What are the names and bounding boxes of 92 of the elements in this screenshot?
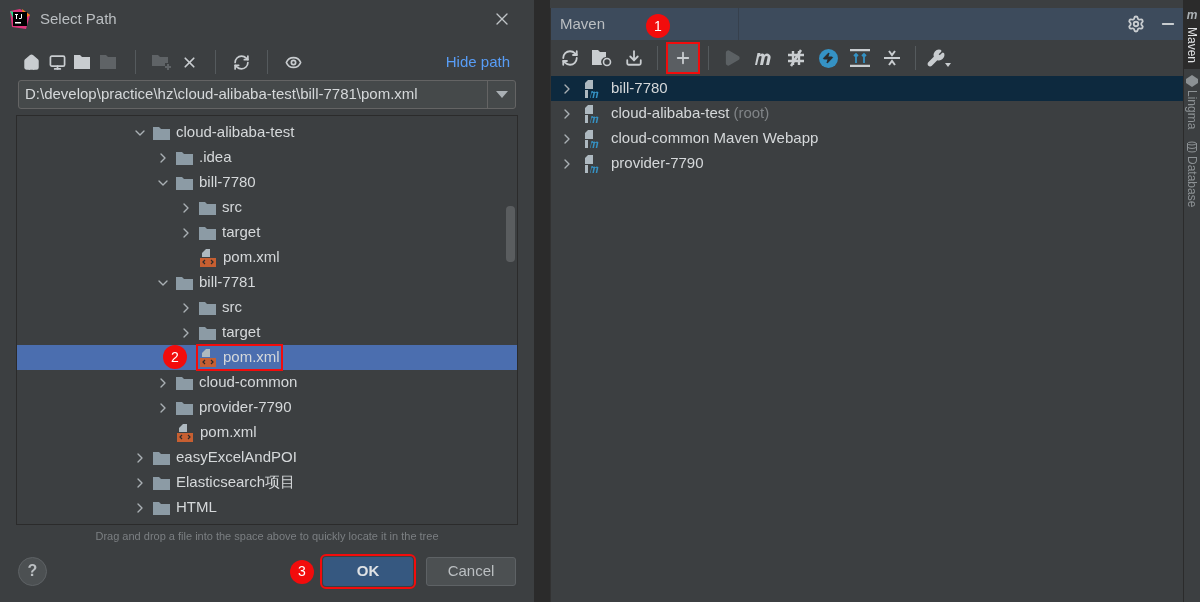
tree-row[interactable]: bill-7781 (17, 270, 517, 295)
database-icon (1186, 141, 1198, 154)
folder-icon (176, 175, 193, 190)
tree-item-label: target (222, 222, 261, 243)
folder-icon[interactable] (74, 54, 92, 70)
folder-icon (176, 275, 193, 290)
tree-row[interactable]: target (17, 220, 517, 245)
tree-row[interactable]: cloud-alibaba-test (17, 120, 517, 145)
maven-project-row[interactable]: cloud-common Maven Webapp (551, 126, 1183, 151)
side-tab[interactable]: m Maven (1184, 0, 1200, 70)
lingma-icon (1186, 75, 1198, 88)
folder-icon (199, 200, 216, 215)
folder-icon (199, 325, 216, 340)
plus-icon (674, 49, 692, 67)
maven-project-row[interactable]: cloud-alibaba-test (root) (551, 101, 1183, 126)
tree-item-label: cloud-common (199, 372, 298, 393)
tree-row[interactable]: pom.xml (17, 420, 517, 445)
tree-item-label: src (222, 197, 242, 218)
tree-row[interactable]: easyExcelAndPOI (17, 445, 517, 470)
tree-item-label: Elasticsearch项目 (176, 472, 296, 493)
tree-item-label: target (222, 322, 261, 343)
project-name: cloud-common Maven Webapp (611, 128, 819, 149)
project-name: provider-7790 (611, 153, 704, 174)
dependencies-icon[interactable] (850, 49, 870, 67)
dialog-title: Select Path (40, 8, 118, 29)
tree-row[interactable]: src (17, 195, 517, 220)
maven-goal-icon[interactable] (754, 51, 774, 65)
folder-icon (153, 450, 170, 465)
refresh-icon[interactable] (232, 53, 250, 71)
tree-item-label: cloud-alibaba-test (176, 122, 295, 143)
maven-project-row[interactable]: bill-7780 (551, 76, 1183, 101)
settings-icon[interactable] (1127, 15, 1145, 33)
root-label: (root) (733, 103, 770, 124)
tree-row[interactable]: Elasticsearch项目 (17, 470, 517, 495)
tree-item-label: pom.xml (223, 347, 280, 368)
tree-item-label: pom.xml (200, 422, 257, 443)
xml-file-icon (199, 348, 217, 367)
tree-item-label: .idea (199, 147, 232, 168)
project-name: bill-7780 (611, 78, 668, 99)
side-tab-label: Lingma (1184, 90, 1200, 130)
folder-icon (153, 125, 170, 140)
tree-item-label: HTML (176, 497, 217, 518)
maven-icon: m (1186, 6, 1198, 24)
home-icon[interactable] (22, 53, 40, 71)
folder-reload-icon[interactable] (592, 49, 612, 67)
folder-icon (199, 225, 216, 240)
desktop-icon[interactable] (48, 53, 66, 71)
tree-row[interactable]: .idea (17, 145, 517, 170)
wrench-icon[interactable] (927, 49, 951, 67)
tree-row[interactable]: pom.xml (17, 245, 517, 270)
path-field[interactable]: D:\develop\practice\hz\cloud-alibaba-test\bill-7781\pom.xml (18, 80, 516, 109)
dropdown-arrow-icon[interactable] (495, 91, 508, 98)
side-tab-label: Maven (1184, 27, 1200, 64)
callout-badge: 2 (163, 345, 187, 369)
folder-icon (153, 500, 170, 515)
tree-item-label: bill-7781 (199, 272, 256, 293)
side-tab-label: Database (1184, 156, 1200, 208)
tree-row[interactable]: provider-7790 (17, 395, 517, 420)
hide-path-link[interactable]: Hide path (445, 50, 510, 74)
tree-item-label: src (222, 297, 242, 318)
app-logo-icon (10, 9, 30, 29)
reload-icon[interactable] (561, 49, 579, 67)
project-name: cloud-alibaba-test (611, 103, 730, 124)
lightning-icon[interactable] (818, 48, 838, 68)
download-icon[interactable] (625, 49, 643, 67)
scrollbar[interactable] (506, 206, 515, 262)
help-button[interactable]: ? (18, 556, 47, 586)
tree-row[interactable]: bill-7780 (17, 170, 517, 195)
tree-row[interactable]: src (17, 295, 517, 320)
tree-item-label: bill-7780 (199, 172, 256, 193)
folder-icon (176, 150, 193, 165)
ok-button[interactable]: OK (323, 556, 413, 586)
folder-icon (176, 375, 193, 390)
add-maven-project-button[interactable] (668, 44, 698, 72)
xml-file-icon (176, 423, 194, 442)
tree-item-label: pom.xml (223, 247, 280, 268)
folder-icon (199, 300, 216, 315)
cancel-button[interactable]: Cancel (426, 556, 516, 586)
folder-icon (176, 400, 193, 415)
folder-icon (153, 475, 170, 490)
skip-tests-icon[interactable] (786, 49, 806, 67)
tree-row[interactable]: 2 pom.xml (17, 345, 517, 370)
tree-item-label: easyExcelAndPOI (176, 447, 297, 468)
callout-badge: 3 (290, 559, 314, 584)
tree-row[interactable]: cloud-common (17, 370, 517, 395)
xml-file-icon (199, 248, 217, 267)
maven-project-row[interactable]: provider-7790 (551, 151, 1183, 176)
tree-item-label: provider-7790 (199, 397, 292, 418)
tree-row[interactable]: target (17, 320, 517, 345)
tree-row[interactable]: HTML (17, 495, 517, 520)
hint-text: Drag and drop a file into the space above to quickly locate it in the tree (94, 529, 440, 544)
collapse-icon[interactable] (883, 49, 901, 67)
